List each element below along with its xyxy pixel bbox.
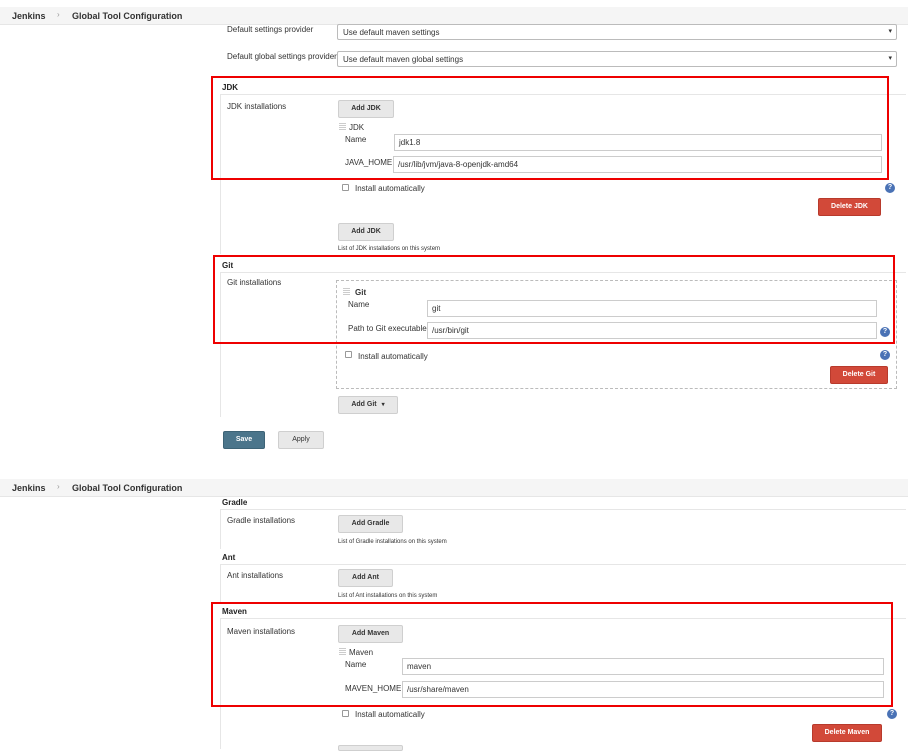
divider <box>220 509 221 549</box>
save-button[interactable]: Save <box>223 431 265 449</box>
gradle-list-note: List of Gradle installations on this sys… <box>338 539 447 545</box>
default-global-settings-label: Default global settings provider <box>227 52 337 61</box>
git-highlight-box <box>213 255 895 344</box>
jdk-highlight-box <box>211 76 889 180</box>
help-icon[interactable]: ? <box>887 709 897 719</box>
chevron-down-icon: ▾ <box>888 55 892 62</box>
jdk-install-automatically-label: Install automatically <box>355 184 425 193</box>
breadcrumb-jenkins-link[interactable]: Jenkins <box>12 483 46 493</box>
default-settings-label: Default settings provider <box>227 25 314 34</box>
default-global-settings-value: Use default maven global settings <box>343 55 464 64</box>
divider <box>220 564 221 604</box>
gradle-section-title: Gradle <box>222 498 248 507</box>
divider <box>220 564 906 565</box>
breadcrumb-separator: › <box>57 482 60 491</box>
default-settings-select[interactable]: Use default maven settings ▾ <box>337 24 897 40</box>
breadcrumb-jenkins-link[interactable]: Jenkins <box>12 11 46 21</box>
delete-git-button[interactable]: Delete Git <box>830 366 888 384</box>
add-git-label: Add Git <box>351 401 377 408</box>
jdk-install-automatically-checkbox[interactable] <box>342 184 349 191</box>
chevron-down-icon: ▾ <box>888 28 892 35</box>
default-global-settings-select[interactable]: Use default maven global settings ▾ <box>337 51 897 67</box>
git-install-automatically-label: Install automatically <box>358 352 428 361</box>
breadcrumb-separator: › <box>57 10 60 19</box>
breadcrumb-page-link[interactable]: Global Tool Configuration <box>72 11 182 21</box>
ant-list-note: List of Ant installations on this system <box>338 593 438 599</box>
default-settings-value: Use default maven settings <box>343 28 440 37</box>
delete-maven-button[interactable]: Delete Maven <box>812 724 882 742</box>
chevron-down-icon: ▾ <box>381 402 385 408</box>
ant-section-title: Ant <box>222 553 236 562</box>
breadcrumb-page-link[interactable]: Global Tool Configuration <box>72 483 182 493</box>
add-git-button[interactable]: Add Git ▾ <box>338 396 398 414</box>
delete-jdk-button[interactable]: Delete JDK <box>818 198 881 216</box>
git-install-automatically-checkbox[interactable] <box>345 351 352 358</box>
jdk-list-note: List of JDK installations on this system <box>338 246 441 252</box>
maven-highlight-box <box>211 602 893 707</box>
add-maven-button-partial[interactable] <box>338 745 403 751</box>
ant-installations-label: Ant installations <box>227 571 284 580</box>
add-jdk-button[interactable]: Add JDK <box>338 223 394 241</box>
add-gradle-button[interactable]: Add Gradle <box>338 515 403 533</box>
apply-button[interactable]: Apply <box>278 431 324 449</box>
breadcrumb: Jenkins › Global Tool Configuration <box>0 479 908 497</box>
add-ant-button[interactable]: Add Ant <box>338 569 393 587</box>
help-icon[interactable]: ? <box>880 350 890 360</box>
gradle-installations-label: Gradle installations <box>227 516 296 525</box>
divider <box>220 509 906 510</box>
help-icon[interactable]: ? <box>885 183 895 193</box>
breadcrumb: Jenkins › Global Tool Configuration <box>0 7 908 25</box>
maven-install-automatically-label: Install automatically <box>355 710 425 719</box>
maven-install-automatically-checkbox[interactable] <box>342 710 349 717</box>
